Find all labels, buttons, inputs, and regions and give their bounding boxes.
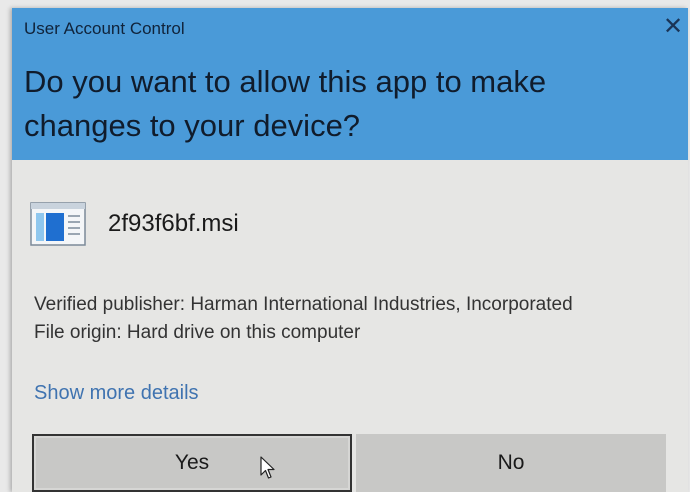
mouse-cursor-icon [260, 456, 275, 479]
dialog-header: User Account Control ✕ Do you want to al… [12, 8, 688, 160]
publisher-text: Verified publisher: Harman International… [34, 294, 573, 315]
show-more-details-link[interactable]: Show more details [34, 382, 199, 405]
uac-dialog: User Account Control ✕ Do you want to al… [12, 8, 688, 492]
yes-button[interactable]: Yes [32, 434, 352, 492]
yes-button-label: Yes [174, 451, 210, 474]
app-name: 2f93f6bf.msi [108, 210, 239, 237]
app-row: 2f93f6bf.msi [30, 200, 239, 248]
app-info: Verified publisher: Harman International… [34, 291, 573, 347]
dialog-question: Do you want to allow this app to make ch… [24, 64, 547, 143]
close-icon: ✕ [662, 13, 684, 40]
msi-installer-icon [30, 202, 86, 246]
no-button[interactable]: No [356, 434, 666, 492]
file-origin-text: File origin: Hard drive on this computer [34, 322, 361, 343]
close-button[interactable]: ✕ [658, 12, 688, 42]
window-title: User Account Control [24, 19, 185, 38]
no-button-label: No [497, 451, 525, 474]
